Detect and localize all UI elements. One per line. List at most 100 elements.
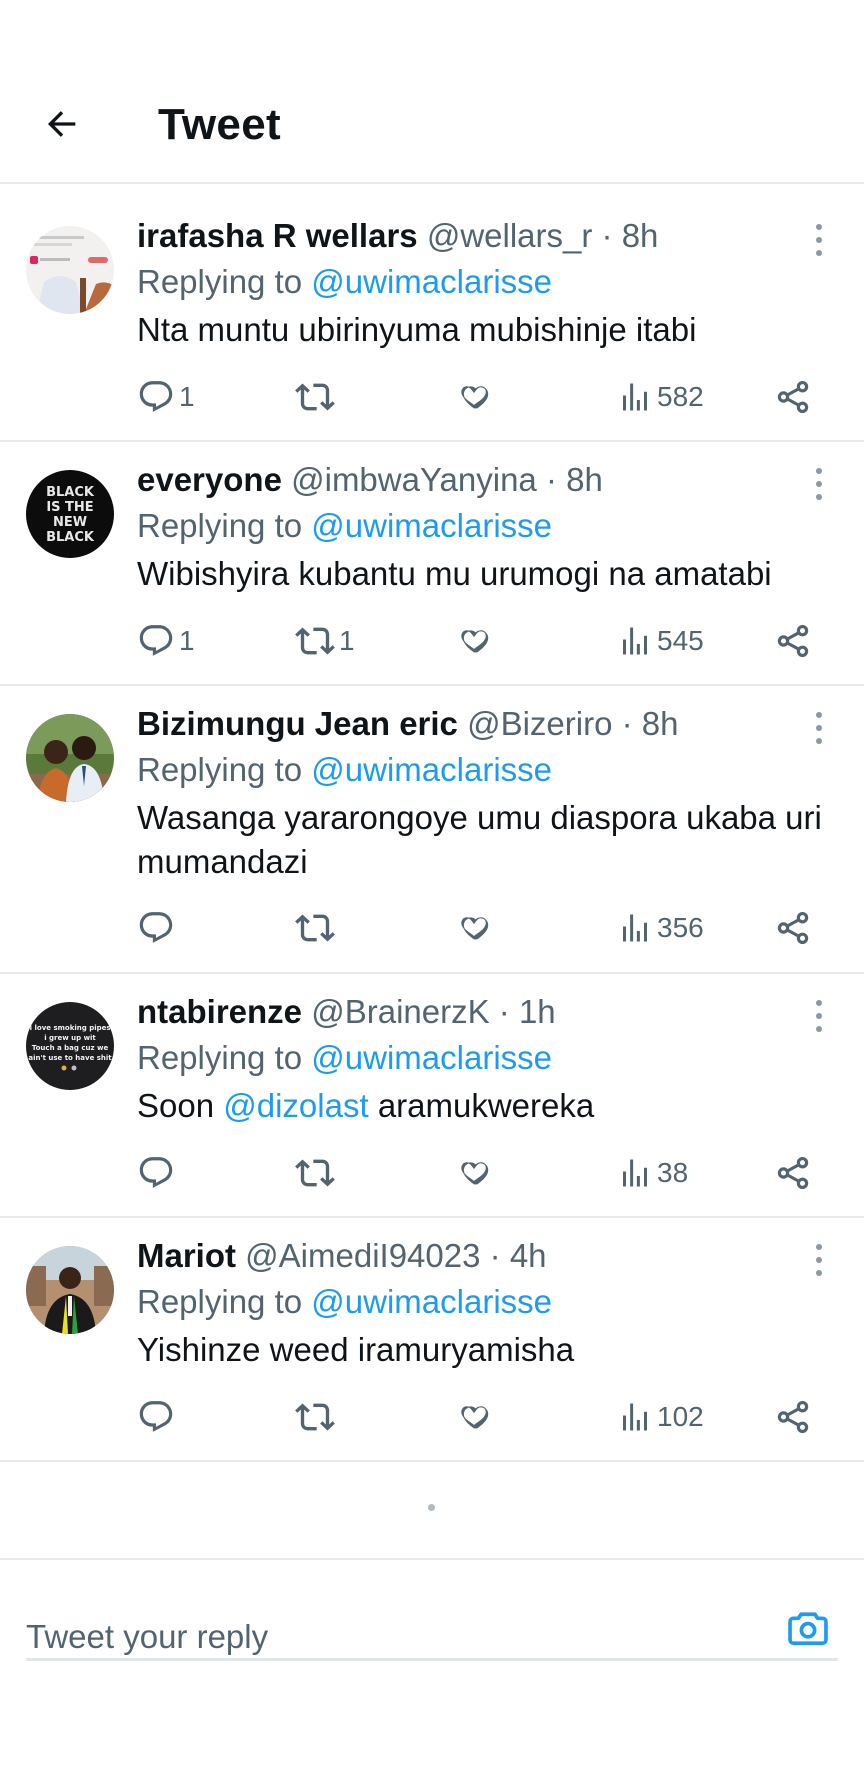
share-icon <box>777 1401 809 1433</box>
views-count: 582 <box>657 381 704 412</box>
replying-to-mention[interactable]: @uwimaclarisse <box>311 263 552 300</box>
replying-to-mention[interactable]: @uwimaclarisse <box>311 507 552 544</box>
tweet-text: Soon @dizolast aramukwereka <box>137 1084 842 1128</box>
retweet-button[interactable] <box>295 375 339 419</box>
svg-text:BLACK: BLACK <box>46 485 95 500</box>
loading-indicator <box>428 1504 435 1511</box>
display-name[interactable]: Mariot <box>137 1237 236 1274</box>
tweet-item[interactable]: Bizimungu Jean eric @Bizeriro · 8h Reply… <box>0 686 864 974</box>
camera-button[interactable] <box>782 1602 834 1654</box>
display-name[interactable]: ntabirenze <box>137 993 302 1030</box>
tweet-item[interactable]: BLACK IS THE NEW BLACK everyone @imbwaYa… <box>0 442 864 686</box>
replying-prefix: Replying to <box>137 751 303 788</box>
avatar[interactable] <box>26 1246 114 1334</box>
reply-icon <box>139 1157 173 1188</box>
views-icon <box>623 914 647 942</box>
back-button[interactable] <box>36 98 88 150</box>
views-button[interactable]: 545 <box>617 619 704 663</box>
views-button[interactable]: 102 <box>617 1395 704 1439</box>
user-handle[interactable]: @BrainerzK <box>311 993 489 1030</box>
like-icon <box>461 917 489 940</box>
tweet-item[interactable]: Mariot @AimediI94023 · 4h Replying to @u… <box>0 1218 864 1462</box>
more-options-button[interactable] <box>814 1000 824 1032</box>
views-icon <box>623 627 647 655</box>
like-button[interactable] <box>455 906 493 950</box>
views-button[interactable]: 38 <box>617 1151 688 1195</box>
avatar[interactable] <box>26 226 114 314</box>
replying-to-mention[interactable]: @uwimaclarisse <box>311 1039 552 1076</box>
share-button[interactable] <box>774 1395 812 1439</box>
share-button[interactable] <box>774 619 812 663</box>
replying-to: Replying to @uwimaclarisse <box>137 750 842 790</box>
tweet-time: · 8h <box>601 217 659 254</box>
tweet-actions: 102 <box>137 1395 864 1439</box>
avatar[interactable]: I love smoking pipes i grew up wit Touch… <box>26 1002 114 1090</box>
reply-button[interactable]: 1 <box>137 375 195 419</box>
replying-to: Replying to @uwimaclarisse <box>137 262 842 302</box>
svg-text:IS THE: IS THE <box>46 500 93 515</box>
replying-to: Replying to @uwimaclarisse <box>137 506 842 546</box>
more-options-button[interactable] <box>814 468 824 500</box>
replying-to-mention[interactable]: @uwimaclarisse <box>311 751 552 788</box>
tweet-item[interactable]: I love smoking pipes i grew up wit Touch… <box>0 974 864 1218</box>
tweet-mention-link[interactable]: @dizolast <box>223 1087 368 1124</box>
user-handle[interactable]: @Bizeriro <box>467 705 612 742</box>
like-button[interactable] <box>455 619 493 663</box>
retweet-button[interactable] <box>295 906 339 950</box>
like-icon <box>461 386 489 409</box>
reply-button[interactable]: 1 <box>137 619 195 663</box>
tweet-header: ntabirenze @BrainerzK · 1h <box>137 992 842 1032</box>
reply-button[interactable] <box>137 1395 179 1439</box>
svg-text:ain't use to have shit: ain't use to have shit <box>28 1054 112 1062</box>
tweet-item[interactable]: irafasha R wellars @wellars_r · 8h Reply… <box>0 198 864 442</box>
replying-prefix: Replying to <box>137 1283 303 1320</box>
more-options-button[interactable] <box>814 224 824 256</box>
user-handle[interactable]: @AimediI94023 <box>245 1237 480 1274</box>
views-button[interactable]: 356 <box>617 906 704 950</box>
replying-to: Replying to @uwimaclarisse <box>137 1038 842 1078</box>
retweet-count: 1 <box>339 625 355 656</box>
retweet-icon <box>295 1159 335 1187</box>
replying-to-mention[interactable]: @uwimaclarisse <box>311 1283 552 1320</box>
reply-input[interactable] <box>26 1618 726 1656</box>
display-name[interactable]: Bizimungu Jean eric <box>137 705 458 742</box>
tweet-header: everyone @imbwaYanyina · 8h <box>137 460 842 500</box>
like-icon <box>461 1162 489 1185</box>
more-vertical-icon <box>816 224 822 230</box>
reply-icon <box>139 381 173 412</box>
retweet-button[interactable] <box>295 1395 339 1439</box>
reply-icon <box>139 912 173 943</box>
back-arrow-icon <box>48 111 76 137</box>
app-header: Tweet <box>0 0 864 184</box>
tweet-text-part: aramukwereka <box>377 1087 595 1124</box>
views-icon <box>623 383 647 411</box>
retweet-button[interactable] <box>295 1151 339 1195</box>
views-count: 102 <box>657 1401 704 1432</box>
share-button[interactable] <box>774 1151 812 1195</box>
share-button[interactable] <box>774 906 812 950</box>
retweet-button[interactable]: 1 <box>295 619 355 663</box>
tweet-header: irafasha R wellars @wellars_r · 8h <box>137 216 842 256</box>
views-count: 356 <box>657 912 704 943</box>
views-count: 545 <box>657 625 704 656</box>
tweet-text: Wasanga yararongoye umu diaspora ukaba u… <box>137 799 822 880</box>
svg-text:BLACK: BLACK <box>46 530 95 545</box>
retweet-icon <box>295 1403 335 1431</box>
like-button[interactable] <box>455 1395 493 1439</box>
camera-icon <box>788 1612 828 1646</box>
reply-button[interactable] <box>137 906 179 950</box>
like-button[interactable] <box>455 1151 493 1195</box>
like-button[interactable] <box>455 375 493 419</box>
more-options-button[interactable] <box>814 1244 824 1276</box>
user-handle[interactable]: @wellars_r <box>427 217 593 254</box>
retweet-icon <box>295 914 335 942</box>
views-button[interactable]: 582 <box>617 375 704 419</box>
avatar[interactable] <box>26 714 114 802</box>
share-button[interactable] <box>774 375 812 419</box>
user-handle[interactable]: @imbwaYanyina <box>291 461 537 498</box>
avatar[interactable]: BLACK IS THE NEW BLACK <box>26 470 114 558</box>
more-options-button[interactable] <box>814 712 824 744</box>
reply-button[interactable] <box>137 1151 179 1195</box>
display-name[interactable]: irafasha R wellars <box>137 217 418 254</box>
display-name[interactable]: everyone <box>137 461 282 498</box>
